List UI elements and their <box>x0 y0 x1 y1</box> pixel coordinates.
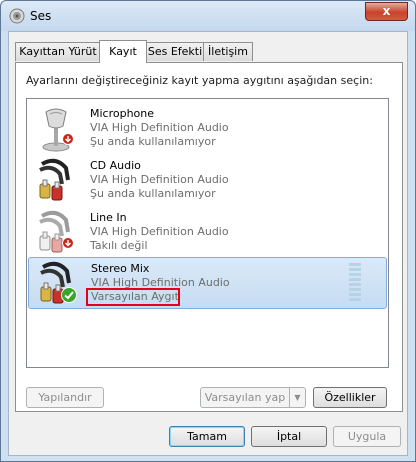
window-title: Ses <box>30 9 52 23</box>
dialog-content: Kayıttan Yürüt Kayıt Ses Efekti İletişim… <box>8 31 408 456</box>
close-button[interactable]: x <box>365 2 408 21</box>
device-list[interactable]: Microphone VIA High Definition Audio Şu … <box>26 98 389 368</box>
sound-dialog-window: Ses x Kayıttan Yürüt Kayıt Ses Efekti İl… <box>0 0 416 462</box>
set-default-label: Varsayılan yap <box>204 391 286 404</box>
level-meter <box>349 263 361 305</box>
annotation-highlight-box <box>86 288 180 306</box>
instruction-text: Ayarlarını değiştireceğiniz kayıt yapma … <box>26 74 373 87</box>
device-name: Microphone <box>90 107 155 120</box>
device-driver: VIA High Definition Audio <box>90 121 229 134</box>
device-name: Stereo Mix <box>91 262 150 275</box>
tab-communications[interactable]: İletişim <box>203 42 253 61</box>
properties-button[interactable]: Özellikler <box>313 387 387 408</box>
set-default-button[interactable]: Varsayılan yap ▼ <box>200 387 306 408</box>
device-name: CD Audio <box>90 159 141 172</box>
apply-button[interactable]: Uygula <box>333 426 401 447</box>
rca-cable-icon <box>39 158 70 201</box>
cancel-button[interactable]: İptal <box>251 426 327 447</box>
down-arrow-badge-icon <box>62 133 74 145</box>
device-status: Şu anda kullanılamıyor <box>90 135 216 148</box>
device-status: Takılı değil <box>90 239 148 252</box>
device-status: Şu anda kullanılamıyor <box>90 187 216 200</box>
title-bar[interactable]: Ses x <box>1 1 415 31</box>
tab-playback[interactable]: Kayıttan Yürüt <box>15 42 101 61</box>
green-check-badge-icon <box>61 287 77 303</box>
speaker-icon <box>9 8 25 24</box>
chevron-down-icon[interactable]: ▼ <box>289 388 305 407</box>
list-item[interactable]: Line In VIA High Definition Audio Takılı… <box>28 207 387 259</box>
down-arrow-badge-icon <box>62 237 74 249</box>
list-item-selected[interactable]: Stereo Mix VIA High Definition Audio Var… <box>28 257 387 309</box>
rca-cable-icon <box>39 210 70 253</box>
device-name: Line In <box>90 211 127 224</box>
ok-button[interactable]: Tamam <box>169 426 245 447</box>
tab-sound-effects[interactable]: Ses Efekti <box>145 42 205 61</box>
recording-panel: Ayarlarını değiştireceğiniz kayıt yapma … <box>15 62 403 412</box>
tab-recording[interactable]: Kayıt <box>99 40 147 63</box>
device-driver: VIA High Definition Audio <box>90 173 229 186</box>
list-item[interactable]: Microphone VIA High Definition Audio Şu … <box>28 103 387 155</box>
microphone-icon <box>42 108 70 152</box>
configure-button[interactable]: Yapılandır <box>26 387 104 408</box>
device-driver: VIA High Definition Audio <box>90 225 229 238</box>
list-item[interactable]: CD Audio VIA High Definition Audio Şu an… <box>28 155 387 207</box>
